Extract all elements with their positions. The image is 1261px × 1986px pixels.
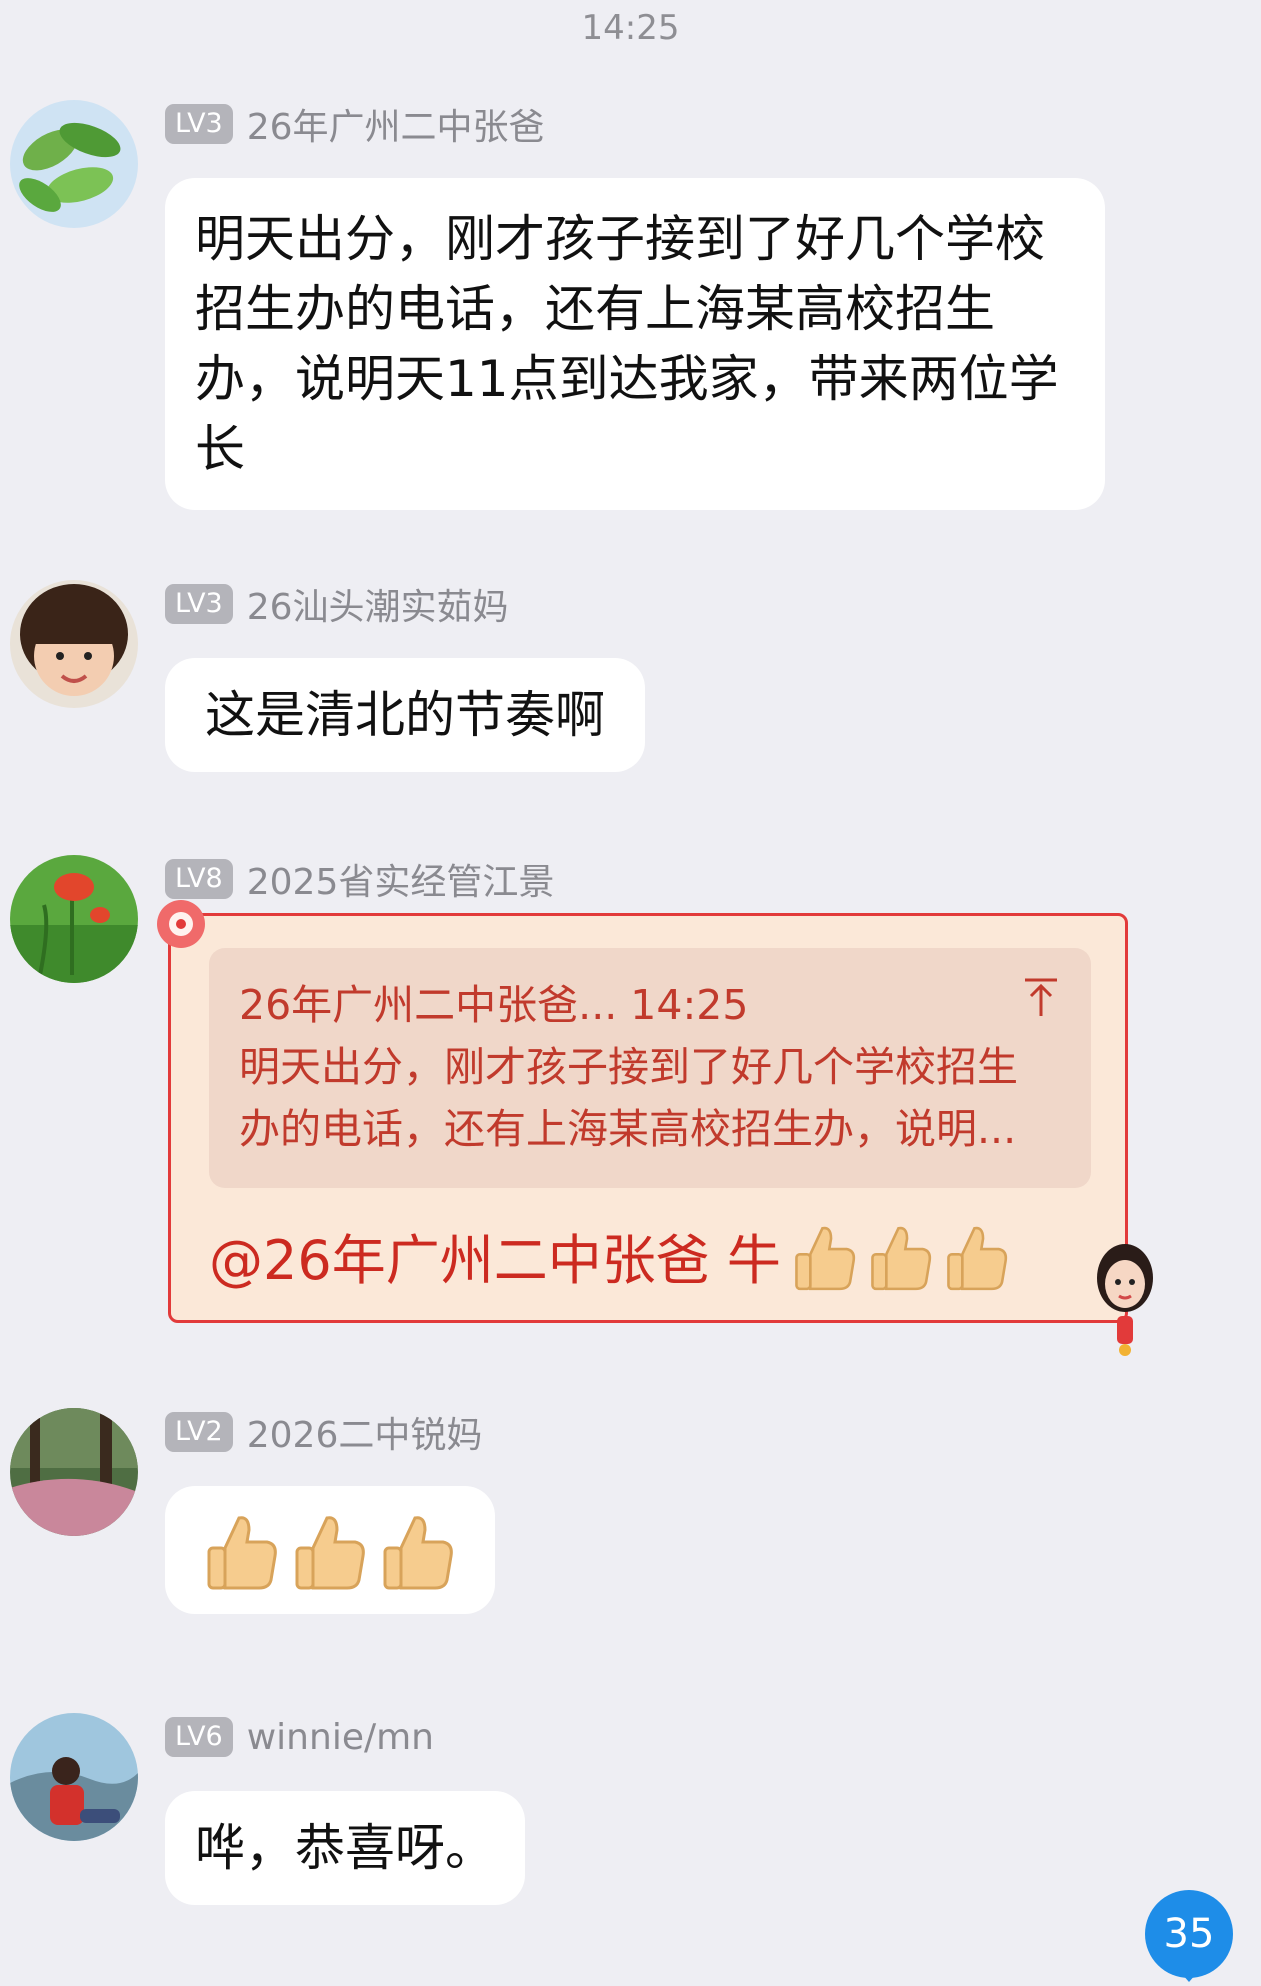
reply-text-row: @26年广州二中张爸 牛 bbox=[209, 1216, 1009, 1295]
sender-name[interactable]: 26汕头潮实茹妈 bbox=[247, 578, 509, 630]
quote-line: 明天出分，刚才孩子接到了好几个学校招生 bbox=[239, 1043, 1018, 1091]
level-badge: LV8 bbox=[165, 859, 233, 899]
thumbs-up-icon bbox=[871, 1226, 931, 1290]
level-badge: LV3 bbox=[165, 584, 233, 624]
flower-icon bbox=[157, 900, 205, 948]
sender-name[interactable]: 2025省实经管江景 bbox=[247, 853, 555, 905]
girl-sticker-icon bbox=[1097, 1244, 1153, 1356]
quoted-message[interactable]: 26年广州二中张爸... 14:25 明天出分，刚才孩子接到了好几个学校招生 办… bbox=[209, 948, 1091, 1188]
chat-timestamp: 14:25 bbox=[581, 8, 680, 48]
level-badge: LV6 bbox=[165, 1717, 233, 1757]
avatar[interactable] bbox=[10, 100, 138, 228]
thumbs-up-icon bbox=[383, 1516, 453, 1590]
avatar[interactable] bbox=[10, 580, 138, 708]
quote-header: 26年广州二中张爸... 14:25 bbox=[239, 981, 749, 1029]
sender-name[interactable]: winnie/mn bbox=[247, 1717, 434, 1758]
level-badge: LV2 bbox=[165, 1412, 233, 1452]
avatar[interactable] bbox=[10, 1713, 138, 1841]
avatar[interactable] bbox=[10, 1408, 138, 1536]
thumbs-up-icon bbox=[295, 1516, 365, 1590]
sender-name[interactable]: 2026二中锐妈 bbox=[247, 1406, 483, 1458]
message-bubble[interactable]: 哗，恭喜呀。 bbox=[165, 1791, 525, 1905]
thumbs-up-icon bbox=[947, 1226, 1007, 1290]
reply-card[interactable]: 26年广州二中张爸... 14:25 明天出分，刚才孩子接到了好几个学校招生 办… bbox=[157, 900, 1153, 1356]
thumbs-up-icon bbox=[207, 1516, 277, 1590]
message-bubble[interactable]: 明天出分，刚才孩子接到了好几个学校招生办的电话，还有上海某高校招生办，说明天11… bbox=[165, 178, 1105, 510]
quote-line: 办的电话，还有上海某高校招生办，说明... bbox=[239, 1105, 1017, 1153]
message-bubble[interactable]: 这是清北的节奏啊 bbox=[165, 658, 645, 772]
unread-count-badge[interactable]: 35 bbox=[1145, 1890, 1233, 1978]
badge-tail bbox=[1175, 1966, 1203, 1982]
level-badge: LV3 bbox=[165, 104, 233, 144]
avatar[interactable] bbox=[10, 855, 138, 983]
sender-name[interactable]: 26年广州二中张爸 bbox=[247, 98, 545, 150]
reply-text: @26年广州二中张爸 牛 bbox=[209, 1229, 781, 1292]
jump-to-top-icon[interactable] bbox=[1021, 976, 1061, 1020]
thumbs-up-icon bbox=[795, 1226, 855, 1290]
message-bubble[interactable] bbox=[165, 1486, 495, 1614]
